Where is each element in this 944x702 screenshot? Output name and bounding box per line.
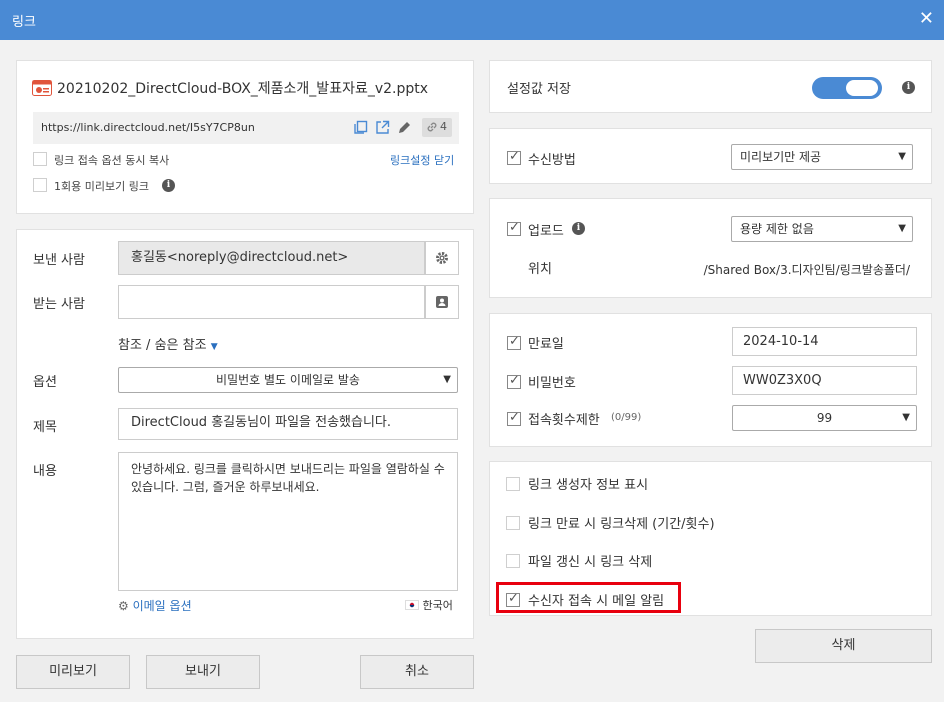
- delete-on-expiry-checkbox[interactable]: [506, 516, 520, 530]
- limits-panel: 만료일 2024-10-14 비밀번호 WW0Z3X0Q 접속횟수제한 (0/9…: [489, 313, 932, 447]
- external-link-icon[interactable]: [375, 120, 390, 139]
- expiry-checkbox[interactable]: [507, 334, 521, 350]
- upload-checkbox[interactable]: [507, 220, 521, 236]
- receive-method-value: 미리보기만 제공: [740, 150, 822, 164]
- delete-on-update-checkbox[interactable]: [506, 554, 520, 568]
- location-label: 위치: [528, 262, 552, 277]
- one-time-preview-checkbox[interactable]: [33, 178, 47, 192]
- save-settings-panel: 설정값 저장 i: [489, 60, 932, 113]
- cc-toggle-label: 참조 / 숨은 참조: [118, 338, 207, 353]
- title-bar: 링크 ✕: [0, 0, 944, 40]
- link-count-badge: 4: [422, 118, 452, 137]
- option-select[interactable]: 비밀번호 별도 이메일로 발송 ▼: [118, 367, 458, 393]
- file-name: 20210202_DirectCloud-BOX_제품소개_발표자료_v2.pp…: [57, 81, 429, 97]
- subject-field[interactable]: DirectCloud 홍길동님이 파일을 전송했습니다.: [118, 408, 458, 440]
- link-url[interactable]: https://link.directcloud.net/I5sY7CP8un: [41, 121, 255, 134]
- save-settings-toggle[interactable]: [812, 77, 882, 99]
- cc-toggle[interactable]: 참조 / 숨은 참조 ▼: [118, 334, 218, 353]
- info-icon[interactable]: i: [902, 81, 915, 94]
- recipient-field[interactable]: [118, 285, 425, 319]
- copy-options-label: 링크 접속 옵션 동시 복사: [54, 154, 170, 167]
- show-creator-checkbox[interactable]: [506, 477, 520, 491]
- copy-icon[interactable]: [353, 120, 368, 139]
- delete-on-update-label: 파일 갱신 시 링크 삭제: [528, 555, 653, 570]
- access-limit-select[interactable]: 99 ▼: [732, 405, 917, 431]
- password-checkbox[interactable]: [507, 373, 521, 389]
- mail-panel: 보낸 사람 홍길동<noreply@directcloud.net> 받는 사람…: [16, 229, 474, 639]
- one-time-preview-label: 1회용 미리보기 링크: [54, 180, 149, 193]
- delete-on-expiry-label: 링크 만료 시 링크삭제 (기간/횟수): [528, 517, 715, 532]
- korea-flag-icon: [405, 600, 419, 610]
- option-value: 비밀번호 별도 이메일로 발송: [216, 373, 360, 387]
- sender-settings-button[interactable]: [425, 241, 459, 275]
- close-settings-link[interactable]: 링크설정 닫기: [390, 152, 454, 168]
- upload-limit-value: 용량 제한 없음: [740, 222, 814, 236]
- expiry-field[interactable]: 2024-10-14: [732, 327, 917, 356]
- sender-field: 홍길동<noreply@directcloud.net>: [118, 241, 425, 275]
- email-options-link[interactable]: ⚙ 이메일 옵션: [118, 597, 192, 614]
- receive-method-label: 수신방법: [528, 153, 576, 168]
- link-url-box: https://link.directcloud.net/I5sY7CP8un …: [33, 112, 459, 144]
- upload-limit-select[interactable]: 용량 제한 없음 ▼: [731, 216, 913, 242]
- chevron-down-icon: ▼: [902, 412, 910, 423]
- access-limit-value: 99: [816, 411, 833, 425]
- gear-icon: [435, 251, 449, 269]
- body-label: 내용: [33, 464, 57, 479]
- gear-icon: ⚙: [118, 599, 129, 613]
- password-label: 비밀번호: [528, 376, 576, 391]
- info-icon[interactable]: i: [162, 179, 175, 192]
- copy-options-checkbox[interactable]: [33, 152, 47, 166]
- recipient-label: 받는 사람: [33, 297, 85, 312]
- link-count: 4: [440, 120, 447, 133]
- show-creator-label: 링크 생성자 정보 표시: [528, 478, 649, 493]
- address-book-button[interactable]: [425, 285, 459, 319]
- pptx-file-icon: [32, 80, 52, 96]
- file-panel: 20210202_DirectCloud-BOX_제품소개_발표자료_v2.pp…: [16, 60, 474, 214]
- upload-label: 업로드: [528, 224, 564, 239]
- pencil-icon[interactable]: [397, 120, 412, 139]
- language-selector[interactable]: 한국어: [405, 597, 453, 613]
- upload-panel: 업로드 i 용량 제한 없음 ▼ 위치 /Shared Box/3.디자인팀/링…: [489, 198, 932, 298]
- location-value: /Shared Box/3.디자인팀/링크발송폴더/: [703, 263, 910, 277]
- receive-method-panel: 수신방법 미리보기만 제공 ▼: [489, 128, 932, 184]
- access-limit-hint: (0/99): [611, 412, 642, 423]
- expiry-label: 만료일: [528, 337, 564, 352]
- link-icon: [425, 120, 439, 138]
- close-icon[interactable]: ✕: [919, 8, 934, 29]
- sender-label: 보낸 사람: [33, 253, 85, 268]
- delete-button[interactable]: 삭제: [755, 629, 932, 663]
- chevron-down-icon: ▼: [443, 374, 451, 385]
- address-book-icon: [435, 295, 449, 313]
- window-title: 링크: [12, 15, 36, 30]
- chevron-down-icon: ▼: [898, 223, 906, 234]
- subject-label: 제목: [33, 420, 57, 435]
- option-label: 옵션: [33, 375, 57, 390]
- receive-method-checkbox[interactable]: [507, 149, 521, 165]
- password-field[interactable]: WW0Z3X0Q: [732, 366, 917, 395]
- access-limit-checkbox[interactable]: [507, 410, 521, 426]
- save-settings-label: 설정값 저장: [507, 82, 571, 97]
- info-icon[interactable]: i: [572, 222, 585, 235]
- email-options-label: 이메일 옵션: [132, 599, 192, 613]
- body-textarea[interactable]: 안녕하세요. 링크를 클릭하시면 보내드리는 파일을 열람하실 수 있습니다. …: [118, 452, 458, 591]
- toggle-knob: [846, 80, 878, 96]
- preview-button[interactable]: 미리보기: [16, 655, 130, 689]
- access-limit-label: 접속횟수제한: [528, 413, 600, 428]
- chevron-down-icon: ▼: [898, 151, 906, 162]
- receive-method-select[interactable]: 미리보기만 제공 ▼: [731, 144, 913, 170]
- cancel-button[interactable]: 취소: [360, 655, 474, 689]
- caret-down-icon: ▼: [210, 342, 218, 352]
- language-label: 한국어: [422, 599, 453, 612]
- send-button[interactable]: 보내기: [146, 655, 260, 689]
- highlight-box: [496, 582, 681, 613]
